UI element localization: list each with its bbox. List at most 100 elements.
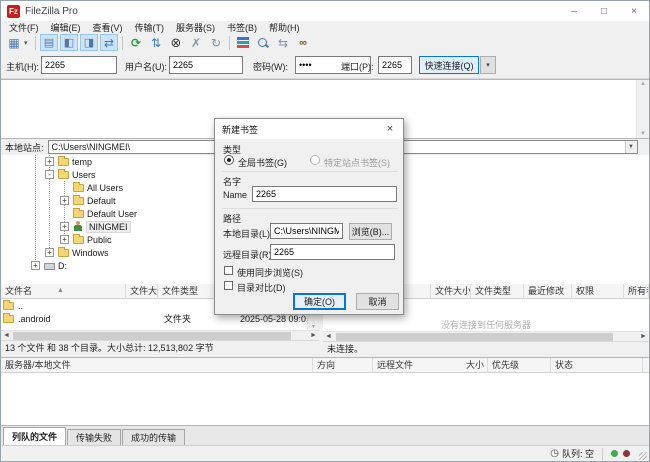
menu-server[interactable]: 服务器(S) (170, 21, 221, 34)
toggle-queue-icon[interactable]: ⇄ (100, 34, 118, 51)
filezilla-window: Fz FileZilla Pro – □ × 文件(F) 编辑(E) 查看(V)… (0, 0, 650, 462)
ok-button[interactable]: 确定(O) (293, 293, 346, 310)
remote-dir-input[interactable] (270, 244, 395, 260)
scroll-thumb[interactable] (336, 333, 613, 341)
dialog-title-bar[interactable]: 新建书签 × (215, 119, 403, 139)
folder-icon (73, 197, 84, 205)
process-queue-icon[interactable]: ⇅ (147, 34, 165, 51)
local-dir-label: 本地目录(L): (223, 227, 273, 240)
remote-dir-label: 远程目录(R): (223, 248, 274, 261)
tree-item-label: D: (58, 261, 67, 271)
close-button[interactable]: × (619, 1, 649, 21)
expander-icon[interactable]: + (45, 157, 54, 166)
expander-icon[interactable]: + (60, 235, 69, 244)
site-manager-caret-icon[interactable]: ▾ (24, 39, 32, 47)
file-name: .android (18, 314, 51, 324)
resize-grip[interactable] (639, 452, 647, 460)
scroll-right-icon[interactable]: ► (638, 332, 649, 342)
tab-failed-transfers[interactable]: 传输失败 (67, 429, 121, 445)
message-log-scrollbar[interactable] (636, 80, 649, 138)
column-priority[interactable]: 优先级 (488, 358, 551, 373)
filter-bars-icon (237, 37, 249, 49)
scroll-right-icon[interactable]: ► (308, 331, 319, 341)
refresh-icon[interactable]: ⟳ (127, 34, 145, 51)
cancel-button[interactable]: 取消 (356, 293, 399, 310)
directory-compare-checkbox[interactable] (224, 281, 233, 290)
password-label: 密码(W): (253, 60, 288, 73)
toggle-log-icon[interactable]: ▤ (40, 34, 58, 51)
remote-list-hscrollbar[interactable]: ◄ ► (323, 331, 649, 341)
find-icon[interactable]: ∞ (294, 34, 312, 51)
statusbar-divider (602, 448, 603, 460)
filter-icon[interactable] (234, 34, 252, 51)
column-size[interactable]: 大小 (438, 358, 488, 373)
column-filesize[interactable]: 文件大小 (431, 284, 471, 299)
site-manager-icon[interactable]: ▦ (5, 34, 23, 51)
name-input[interactable] (252, 186, 397, 202)
quickconnect-bar: 主机(H): 用户名(U): 密码(W): 端口(P): 快速连接(Q) ▾ (1, 52, 649, 79)
menu-help[interactable]: 帮助(H) (263, 21, 306, 34)
tree-item-label: Users (72, 170, 96, 180)
username-input[interactable] (169, 56, 243, 74)
file-type: 文件夹 (164, 312, 191, 325)
toggle-remote-tree-icon[interactable]: ◨ (80, 34, 98, 51)
column-server-local-file[interactable]: 服务器/本地文件 (1, 358, 313, 373)
menu-view[interactable]: 查看(V) (87, 21, 129, 34)
sync-browse-icon[interactable]: ⇆ (274, 34, 292, 51)
compare-icon[interactable] (254, 34, 272, 51)
column-permissions[interactable]: 权限 (572, 284, 624, 299)
browse-button[interactable]: 浏览(B)... (349, 223, 392, 240)
local-dir-input[interactable] (270, 223, 343, 239)
sync-browse-label[interactable]: 使用同步浏览(S) (237, 266, 303, 279)
quickconnect-button[interactable]: 快速连接(Q) (419, 56, 479, 74)
radio-global-bookmark[interactable] (224, 155, 234, 165)
toolbar-separator (122, 36, 123, 50)
menu-transfer[interactable]: 传输(T) (129, 21, 171, 34)
tab-successful-transfers[interactable]: 成功的传输 (122, 429, 185, 445)
column-remote-file[interactable]: 远程文件 (377, 360, 413, 370)
dialog-close-icon[interactable]: × (377, 119, 403, 139)
quickconnect-dropdown[interactable]: ▾ (480, 56, 496, 74)
column-filetype[interactable]: 文件类型 (471, 284, 524, 299)
menu-bookmarks[interactable]: 书签(B) (221, 21, 263, 34)
queue-tabs: 列队的文件 传输失败 成功的传输 (1, 425, 649, 445)
expander-icon[interactable]: + (60, 196, 69, 205)
scroll-left-icon[interactable]: ◄ (323, 332, 334, 342)
minimize-button[interactable]: – (559, 1, 589, 21)
radio-global-label[interactable]: 全局书签(G) (238, 156, 287, 169)
menu-edit[interactable]: 编辑(E) (45, 21, 87, 34)
column-filename[interactable]: 文件名 ▲ (1, 284, 126, 299)
name-section-label: 名字 (223, 175, 241, 188)
local-list-hscrollbar[interactable]: ◄ ► (1, 330, 319, 340)
toolbar-separator (229, 36, 230, 50)
host-input[interactable] (41, 56, 117, 74)
expander-icon[interactable]: + (60, 222, 69, 231)
disconnect-icon[interactable]: ✗ (187, 34, 205, 51)
sync-browse-checkbox[interactable] (224, 266, 233, 275)
column-direction[interactable]: 方向 (313, 358, 373, 373)
tab-queued-files[interactable]: 列队的文件 (3, 427, 66, 445)
scroll-thumb[interactable] (13, 332, 291, 340)
maximize-button[interactable]: □ (589, 1, 619, 21)
local-status-text: 13 个文件 和 38 个目录。大小总计: 12,513,802 字节 (1, 340, 319, 354)
column-filesize[interactable]: 文件大小 (126, 284, 158, 299)
expander-icon[interactable]: - (45, 170, 54, 179)
folder-icon (58, 249, 69, 257)
scroll-left-icon[interactable]: ◄ (1, 331, 12, 341)
column-owner[interactable]: 所有者/组 (624, 284, 649, 299)
cancel-icon[interactable]: ⊗ (167, 34, 185, 51)
port-label: 端口(P): (341, 60, 374, 73)
chevron-down-icon[interactable]: ▼ (625, 141, 637, 153)
app-logo-icon: Fz (7, 5, 20, 18)
directory-compare-label[interactable]: 目录对比(D) (237, 281, 286, 294)
port-input[interactable] (378, 56, 412, 74)
expander-icon[interactable]: + (45, 248, 54, 257)
column-status[interactable]: 状态 (551, 358, 643, 373)
toggle-local-tree-icon[interactable]: ◧ (60, 34, 78, 51)
menu-file[interactable]: 文件(F) (3, 21, 45, 34)
expander-icon[interactable]: + (31, 261, 40, 270)
reconnect-icon[interactable]: ↻ (207, 34, 225, 51)
column-modified[interactable]: 最近修改 (524, 284, 572, 299)
remote-path-combo[interactable]: ▼ (370, 140, 638, 154)
local-site-label: 本地站点: (1, 141, 48, 154)
